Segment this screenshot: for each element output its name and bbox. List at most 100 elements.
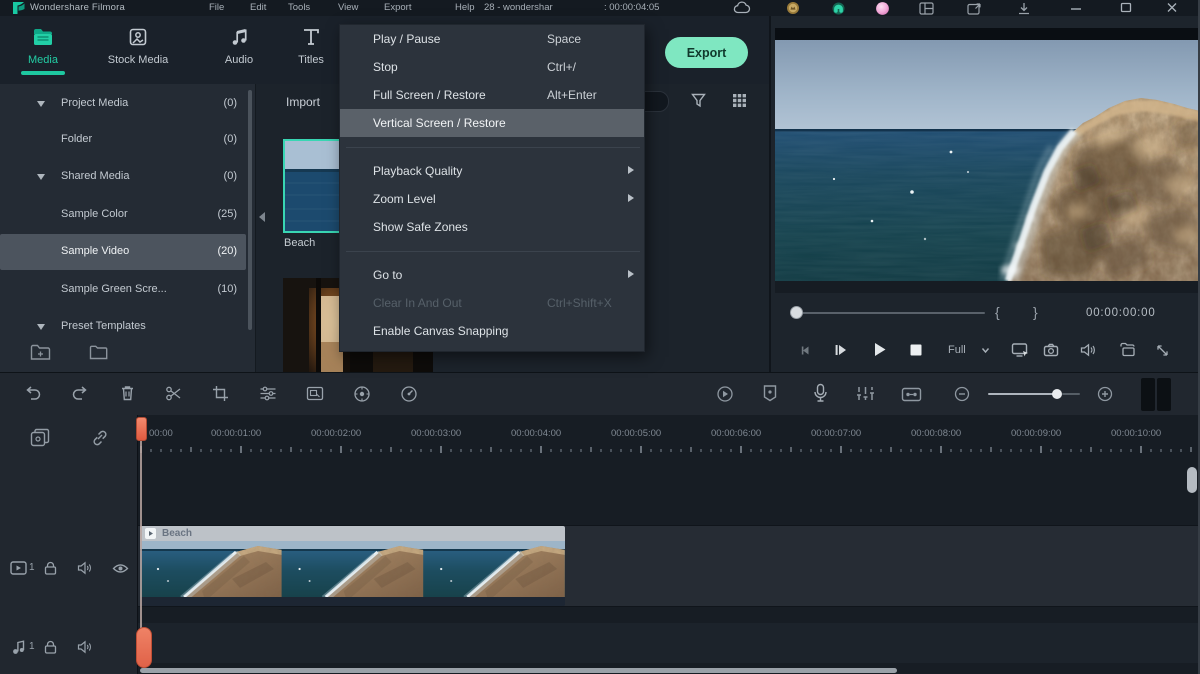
video-track-visibility-button[interactable] — [112, 563, 129, 574]
split-scissors-button[interactable] — [165, 385, 182, 402]
media-thumbnail-label: Beach — [284, 237, 316, 249]
render-preview-button[interactable] — [1119, 342, 1136, 357]
menubar-item-help[interactable]: Help — [455, 2, 475, 13]
menu-item-playback-quality[interactable]: Playback Quality — [340, 157, 644, 185]
audio-mixer-button[interactable] — [856, 385, 875, 403]
audio-track-lock-button[interactable] — [44, 640, 57, 654]
import-button[interactable]: Import — [286, 95, 320, 109]
auto-ripple-button[interactable] — [901, 387, 922, 402]
minimize-button[interactable] — [1070, 3, 1082, 13]
tree-item-shared-media[interactable]: Shared Media (0) — [0, 159, 246, 195]
menu-item-go-to[interactable]: Go to — [340, 261, 644, 289]
mute-speaker-button[interactable] — [1080, 343, 1096, 357]
menu-item-play-pause[interactable]: Play / Pause Space — [340, 25, 644, 53]
cloud-icon[interactable] — [733, 1, 751, 15]
menu-item-enable-canvas-snapping[interactable]: Enable Canvas Snapping — [340, 317, 644, 345]
tree-item-sample-video[interactable]: Sample Video (20) — [0, 234, 246, 270]
tab-stock-media[interactable]: Stock Media — [90, 20, 186, 76]
menubar-item-edit[interactable]: Edit — [250, 2, 266, 13]
video-track-mute-button[interactable] — [77, 561, 92, 575]
previous-frame-button[interactable] — [799, 344, 812, 357]
grid-view-icon[interactable] — [732, 93, 747, 108]
timeline-zoom-slider[interactable] — [988, 393, 1054, 395]
ruler-tick — [150, 449, 152, 452]
tree-item-label: Sample Color — [61, 208, 128, 220]
tab-media[interactable]: Media — [0, 20, 91, 76]
tree-item-sample-green-scre-[interactable]: Sample Green Scre... (10) — [0, 272, 246, 308]
timeline-zoom-slider-rest[interactable] — [1062, 393, 1080, 395]
manage-tracks-button[interactable] — [30, 428, 50, 447]
playhead-bottom-grip[interactable] — [136, 627, 152, 668]
panel-collapse-arrow-icon[interactable] — [259, 212, 265, 222]
zoom-out-button[interactable] — [954, 386, 970, 402]
marker-button[interactable] — [762, 384, 778, 403]
new-folder-button[interactable] — [30, 344, 51, 361]
timeline-view-toggle-1[interactable] — [1141, 378, 1155, 411]
tree-item-preset-templates[interactable]: Preset Templates — [0, 309, 246, 345]
undo-button[interactable] — [24, 386, 42, 402]
tree-expand-arrow-icon[interactable] — [37, 174, 45, 180]
next-frame-button[interactable] — [833, 342, 848, 358]
tree-item-folder[interactable]: Folder (0) — [0, 122, 246, 158]
redo-button[interactable] — [71, 386, 89, 402]
voiceover-mic-button[interactable] — [813, 383, 828, 404]
member-badge-icon[interactable] — [786, 1, 800, 15]
timeline-view-toggle-2[interactable] — [1157, 378, 1171, 411]
menu-item-zoom-level[interactable]: Zoom Level — [340, 185, 644, 213]
zoom-in-button[interactable] — [1097, 386, 1113, 402]
download-icon[interactable] — [1017, 2, 1031, 15]
timeline-clip-beach[interactable]: Beach — [140, 526, 565, 606]
play-button[interactable] — [872, 341, 887, 358]
color-match-button[interactable] — [353, 385, 371, 403]
pan-zoom-button[interactable] — [306, 385, 324, 402]
audio-track-lane[interactable] — [138, 623, 1200, 663]
preview-seek-knob[interactable] — [790, 306, 803, 319]
mirror-display-button[interactable] — [1011, 342, 1030, 358]
menubar-item-export[interactable]: Export — [384, 2, 411, 13]
tree-item-sample-color[interactable]: Sample Color (25) — [0, 197, 246, 233]
menu-item-show-safe-zones[interactable]: Show Safe Zones — [340, 213, 644, 241]
close-button[interactable] — [1166, 2, 1178, 13]
stop-button[interactable] — [909, 343, 923, 357]
tree-expand-arrow-icon[interactable] — [37, 324, 45, 330]
menubar-item-tools[interactable]: Tools — [288, 2, 310, 13]
timeline-zoom-knob[interactable] — [1052, 389, 1062, 399]
avatar-icon[interactable] — [875, 1, 890, 16]
timeline-vertical-scrollbar[interactable] — [1187, 467, 1197, 493]
folder-button[interactable] — [89, 345, 108, 360]
share-project-icon[interactable] — [967, 2, 982, 15]
menu-item-full-screen-restore[interactable]: Full Screen / Restore Alt+Enter — [340, 81, 644, 109]
fullscreen-expand-button[interactable] — [1156, 344, 1169, 357]
workspace-layout-icon[interactable] — [919, 2, 934, 15]
preview-quality-selector[interactable]: Full — [948, 344, 966, 356]
export-button[interactable]: Export — [665, 37, 748, 68]
adjust-properties-button[interactable] — [259, 385, 277, 402]
ruler-tick — [1010, 449, 1012, 452]
mark-out-button[interactable]: } — [1033, 304, 1038, 320]
mark-in-button[interactable]: { — [995, 304, 1000, 320]
tree-expand-arrow-icon[interactable] — [37, 101, 45, 107]
link-clips-button[interactable] — [91, 430, 109, 446]
audio-track-mute-button[interactable] — [77, 640, 92, 654]
snapshot-camera-button[interactable] — [1043, 343, 1059, 357]
support-icon[interactable] — [831, 1, 846, 16]
ruler-tick — [490, 447, 492, 452]
preview-video-frame[interactable] — [775, 40, 1200, 283]
menu-item-stop[interactable]: Stop Ctrl+/ — [340, 53, 644, 81]
video-track-lock-button[interactable] — [44, 561, 57, 575]
timeline-horizontal-scrollbar[interactable] — [140, 668, 897, 673]
tree-scrollbar[interactable] — [248, 90, 252, 330]
menubar-item-file[interactable]: File — [209, 2, 224, 13]
quality-chevron-icon[interactable] — [981, 347, 990, 354]
crop-button[interactable] — [212, 385, 229, 402]
menu-item-vertical-screen-restore[interactable]: Vertical Screen / Restore — [340, 109, 644, 137]
preview-seek-bar[interactable] — [791, 312, 985, 314]
filter-funnel-icon[interactable] — [691, 93, 706, 108]
maximize-button[interactable] — [1120, 2, 1132, 13]
render-play-button[interactable] — [716, 385, 734, 403]
menubar-item-view[interactable]: View — [338, 2, 358, 13]
delete-button[interactable] — [120, 384, 135, 402]
playhead-handle[interactable] — [136, 417, 147, 441]
tree-item-project-media[interactable]: Project Media (0) — [0, 86, 246, 122]
speed-button[interactable] — [400, 385, 418, 403]
